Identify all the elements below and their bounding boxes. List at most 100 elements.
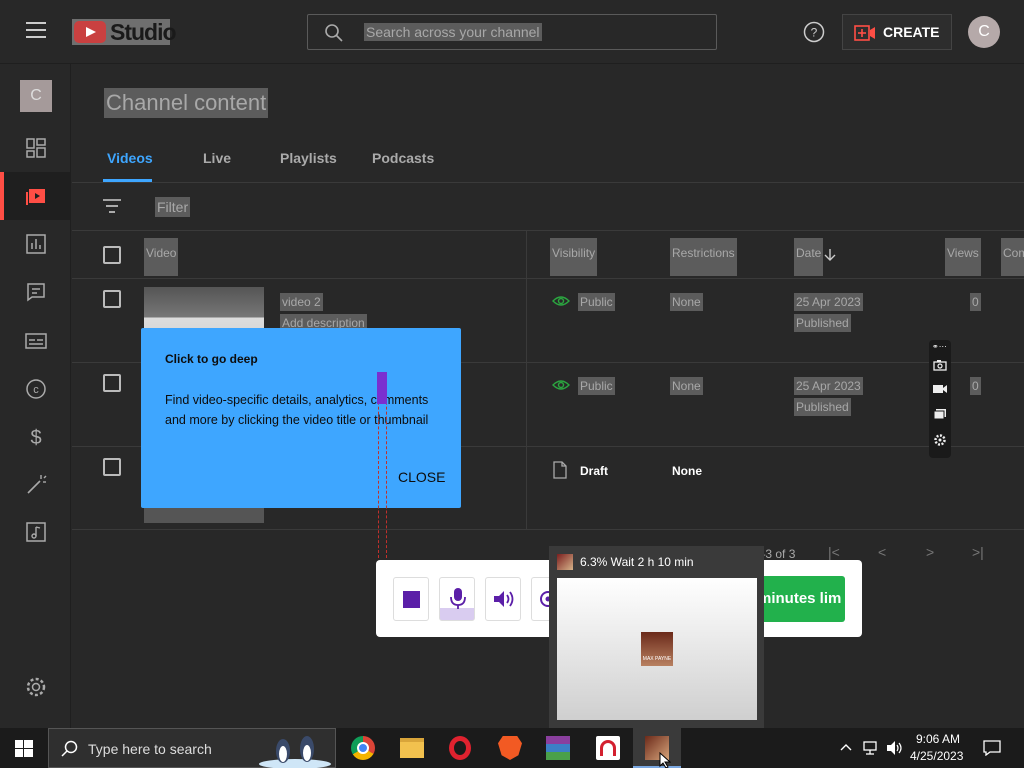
time-limit-banner[interactable]: minutes lim xyxy=(754,576,845,622)
dollar-icon[interactable]: $ xyxy=(24,425,48,449)
recorder-app-icon[interactable] xyxy=(596,736,620,760)
account-avatar[interactable]: C xyxy=(968,16,1000,48)
volume-icon[interactable] xyxy=(886,740,904,756)
search-input[interactable]: Search across your channel xyxy=(364,23,542,41)
taskbar-search-input[interactable]: Type here to search xyxy=(88,741,212,757)
chrome-icon[interactable] xyxy=(351,736,375,760)
system-audio-button[interactable] xyxy=(485,577,521,621)
preview-status-text: 6.3% Wait 2 h 10 min xyxy=(580,555,694,569)
windows-start-icon[interactable] xyxy=(15,740,33,757)
magic-wand-icon[interactable] xyxy=(24,473,48,497)
channel-avatar[interactable]: C xyxy=(20,80,52,112)
restrictions-value: None xyxy=(670,293,703,311)
channel-avatar-letter: C xyxy=(30,87,42,104)
tooltip-close-button[interactable]: CLOSE xyxy=(398,469,445,485)
restrictions-value: None xyxy=(670,377,703,395)
file-explorer-icon[interactable] xyxy=(400,738,424,758)
winrar-icon[interactable] xyxy=(546,736,570,760)
opera-icon[interactable] xyxy=(449,736,471,760)
select-all-checkbox[interactable] xyxy=(103,246,121,264)
column-header-date[interactable]: Date xyxy=(794,238,824,276)
taskbar-search-box[interactable]: Type here to search xyxy=(48,728,336,768)
next-page-icon[interactable]: > xyxy=(926,544,934,560)
divider xyxy=(72,529,1024,530)
active-app-button[interactable] xyxy=(633,728,681,768)
last-page-icon[interactable]: >| xyxy=(972,544,984,560)
stop-icon xyxy=(403,591,420,608)
recorder-side-toolbar: ⚭⋯ xyxy=(929,340,951,458)
sort-down-arrow-icon[interactable] xyxy=(823,248,837,262)
gear-icon[interactable] xyxy=(24,675,48,699)
windows-taskbar: Type here to search 9:06 AM 4/25/2023 xyxy=(0,728,1024,768)
stop-button[interactable] xyxy=(393,577,429,621)
search-box[interactable]: Search across your channel xyxy=(307,14,717,50)
video-title[interactable]: video 2 xyxy=(280,293,323,311)
column-header-video[interactable]: Video xyxy=(144,238,179,276)
microphone-button[interactable] xyxy=(439,577,475,621)
window-stack-icon[interactable] xyxy=(933,408,947,420)
hamburger-menu-icon[interactable] xyxy=(26,22,46,38)
prev-page-icon[interactable]: < xyxy=(878,544,886,560)
video-camera-icon[interactable] xyxy=(932,383,948,395)
penguins-illustration-icon xyxy=(259,736,331,768)
chevron-up-icon[interactable] xyxy=(840,742,852,754)
column-header-comments[interactable]: Com xyxy=(1001,238,1024,276)
clock-date[interactable]: 4/25/2023 xyxy=(910,749,963,763)
taskbar-window-preview[interactable]: 6.3% Wait 2 h 10 min MAX PAYNE xyxy=(549,546,764,728)
help-circle-icon[interactable]: ? xyxy=(803,21,825,43)
search-icon xyxy=(325,24,343,42)
filter-icon[interactable] xyxy=(102,197,122,215)
notifications-icon[interactable] xyxy=(983,740,1001,756)
filter-input[interactable]: Filter xyxy=(155,197,191,217)
logo-text: Studio xyxy=(110,19,177,45)
brave-icon[interactable] xyxy=(498,736,522,760)
region-handle[interactable] xyxy=(377,372,387,404)
column-header-restrictions[interactable]: Restrictions xyxy=(670,238,737,276)
mouse-cursor-icon xyxy=(659,752,671,768)
speaker-icon xyxy=(494,591,514,607)
row-checkbox[interactable] xyxy=(103,374,121,392)
tab-videos[interactable]: Videos xyxy=(107,150,153,166)
visibility-value[interactable]: Public xyxy=(578,377,615,395)
game-cover: MAX PAYNE xyxy=(641,632,673,666)
row-checkbox[interactable] xyxy=(103,290,121,308)
status-value: Published xyxy=(794,314,851,332)
svg-text:$: $ xyxy=(30,427,41,449)
eye-icon xyxy=(552,380,570,390)
svg-text:c: c xyxy=(33,384,39,396)
svg-text:?: ? xyxy=(811,26,818,40)
game-label: MAX PAYNE xyxy=(642,656,672,662)
network-icon[interactable] xyxy=(862,740,880,756)
visibility-value[interactable]: Public xyxy=(578,293,615,311)
play-icon xyxy=(26,189,45,205)
camera-icon[interactable] xyxy=(933,359,947,371)
tab-live[interactable]: Live xyxy=(203,150,231,166)
tab-podcasts[interactable]: Podcasts xyxy=(372,150,434,166)
create-button[interactable]: CREATE xyxy=(842,14,952,50)
create-label: CREATE xyxy=(883,24,940,40)
link-icon[interactable]: ⚭⋯ xyxy=(932,342,947,351)
column-header-views[interactable]: Views xyxy=(945,238,981,276)
music-icon[interactable] xyxy=(24,520,48,544)
bar-chart-icon[interactable] xyxy=(24,232,48,256)
comment-icon[interactable] xyxy=(24,280,48,304)
app-icon xyxy=(557,554,573,570)
youtube-play-icon xyxy=(74,21,106,43)
tooltip-title: Click to go deep xyxy=(165,352,258,366)
studio-logo[interactable]: Studio xyxy=(72,19,177,45)
page-title: Channel content xyxy=(104,88,269,118)
date-value: 25 Apr 2023 xyxy=(794,377,863,395)
status-value: Published xyxy=(794,398,851,416)
dashboard-icon[interactable] xyxy=(24,136,48,160)
row-checkbox[interactable] xyxy=(103,458,121,476)
column-header-visibility[interactable]: Visibility xyxy=(550,238,598,276)
gear-icon[interactable] xyxy=(933,433,947,447)
sidebar-item-content[interactable] xyxy=(0,172,70,220)
copyright-icon[interactable]: c xyxy=(24,377,48,401)
subtitles-icon[interactable] xyxy=(24,329,48,353)
visibility-value[interactable]: Draft xyxy=(578,462,610,480)
tab-playlists[interactable]: Playlists xyxy=(280,150,337,166)
clock-time[interactable]: 9:06 AM xyxy=(916,732,960,746)
first-page-icon[interactable]: |< xyxy=(828,544,840,560)
search-icon xyxy=(61,740,78,757)
